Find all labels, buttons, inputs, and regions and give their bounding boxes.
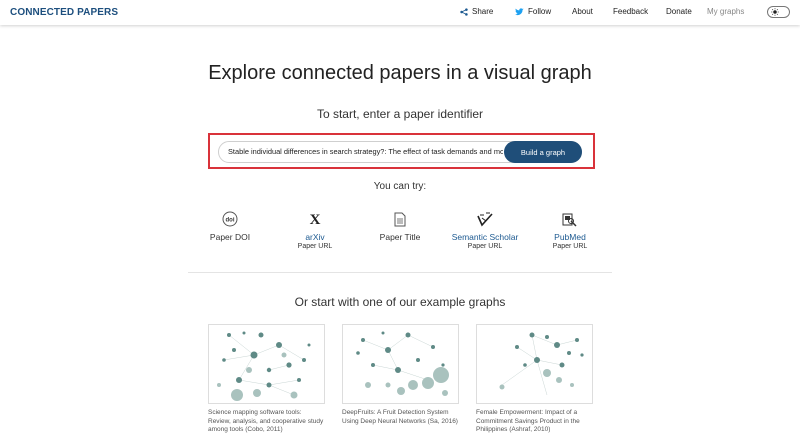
option-pubmed[interactable]: PubMed Paper URL (530, 210, 610, 250)
arxiv-icon: X (310, 212, 321, 227)
pubmed-icon (562, 213, 577, 227)
svg-text:X: X (310, 212, 321, 227)
semantic-scholar-icon (477, 212, 493, 226)
option-sublabel: Paper URL (552, 243, 588, 250)
example-caption: DeepFruits: A Fruit Detection System Usi… (342, 409, 458, 425)
example-card[interactable]: Science mapping software tools: Review, … (208, 324, 325, 435)
option-label: arXiv (305, 232, 325, 242)
feedback-link[interactable]: Feedback (613, 7, 648, 16)
sun-icon (771, 8, 779, 16)
example-card[interactable]: DeepFruits: A Fruit Detection System Usi… (342, 324, 459, 426)
doi-icon: doi (222, 211, 238, 227)
share-label: Share (472, 7, 494, 16)
option-arxiv[interactable]: X arXiv Paper URL (275, 210, 355, 250)
section-divider (188, 272, 612, 273)
option-label: Paper DOI (209, 232, 251, 242)
about-link[interactable]: About (572, 7, 593, 16)
theme-toggle[interactable] (767, 6, 790, 18)
example-caption: Female Empowerment: Impact of a Commitme… (476, 409, 580, 433)
option-semantic-scholar[interactable]: Semantic Scholar Paper URL (445, 210, 525, 250)
top-navbar: CONNECTED PAPERS Share Follow About Feed… (0, 0, 800, 25)
document-icon (394, 212, 406, 226)
example-card[interactable]: Female Empowerment: Impact of a Commitme… (476, 324, 593, 435)
brand-logo[interactable]: CONNECTED PAPERS (10, 7, 118, 18)
option-paper-doi[interactable]: doi Paper DOI (190, 210, 270, 242)
my-graphs-link[interactable]: My graphs (707, 7, 744, 16)
option-label: Semantic Scholar (451, 232, 519, 242)
example-graph-thumbnail (342, 324, 459, 404)
example-graph-thumbnail (208, 324, 325, 404)
option-sublabel: Paper URL (297, 243, 333, 250)
try-title: You can try: (373, 181, 427, 192)
follow-link[interactable]: Follow (515, 7, 551, 16)
examples-title: Or start with one of our example graphs (294, 295, 506, 309)
example-caption: Science mapping software tools: Review, … (208, 409, 324, 433)
option-label: PubMed (554, 232, 586, 242)
page-subtitle: To start, enter a paper identifier (316, 107, 484, 121)
twitter-icon (515, 7, 524, 15)
share-link[interactable]: Share (460, 7, 493, 16)
option-sublabel: Paper URL (467, 243, 503, 250)
follow-label: Follow (528, 7, 552, 16)
example-graph-thumbnail (476, 324, 593, 404)
build-graph-button[interactable]: Build a graph (504, 141, 582, 163)
page-title: Explore connected papers in a visual gra… (208, 62, 592, 84)
search-input-value: Stable individual differences in search … (228, 147, 503, 156)
donate-link[interactable]: Donate (666, 7, 692, 16)
option-label: Paper Title (379, 232, 421, 242)
share-icon (460, 7, 468, 16)
svg-text:doi: doi (226, 218, 235, 224)
option-paper-title[interactable]: Paper Title (360, 210, 440, 242)
